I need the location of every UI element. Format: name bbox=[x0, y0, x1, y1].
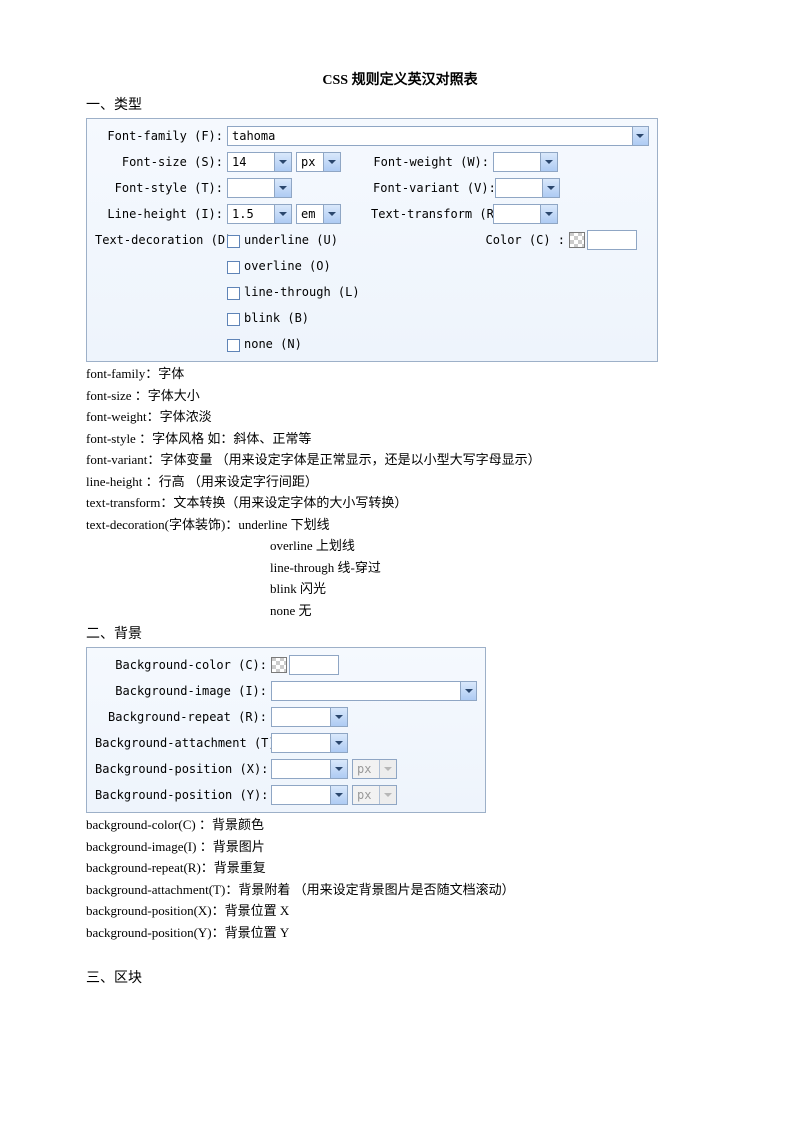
font-variant-input[interactable] bbox=[496, 179, 542, 197]
bg-attachment-dropdown-icon[interactable] bbox=[330, 734, 347, 752]
font-size-input[interactable] bbox=[228, 153, 274, 171]
note-line: background-position(X)：背景位置 X bbox=[86, 901, 714, 921]
note-line: font-size ：字体大小 bbox=[86, 386, 714, 406]
color-swatch-icon[interactable] bbox=[569, 232, 585, 248]
font-size-unit-dropdown-icon[interactable] bbox=[323, 153, 340, 171]
bg-color-swatch-icon[interactable] bbox=[271, 657, 287, 673]
font-family-label: Font-family (F): bbox=[95, 127, 227, 145]
line-height-input[interactable] bbox=[228, 205, 274, 223]
note-line: font-style ：字体风格 如：斜体、正常等 bbox=[86, 429, 714, 449]
bg-attachment-input[interactable] bbox=[272, 734, 330, 752]
bg-pos-y-input[interactable] bbox=[272, 786, 330, 804]
deco-underline-label: underline (U) bbox=[244, 233, 338, 247]
text-transform-dropdown-icon[interactable] bbox=[540, 205, 557, 223]
note-line: font-family：字体 bbox=[86, 364, 714, 384]
font-style-dropdown-icon[interactable] bbox=[274, 179, 291, 197]
font-size-label: Font-size (S): bbox=[95, 153, 227, 171]
font-size-dropdown-icon[interactable] bbox=[274, 153, 291, 171]
text-transform-label: Text-transform (R): bbox=[371, 205, 493, 223]
note-line: background-attachment(T)：背景附着 （用来设定背景图片是… bbox=[86, 880, 714, 900]
panel-type: Font-family (F): Font-size (S): Font-wei… bbox=[86, 118, 658, 362]
notes-type: font-family：字体 font-size ：字体大小 font-weig… bbox=[86, 364, 714, 620]
note-line: blink 闪光 bbox=[270, 579, 714, 599]
note-line: background-repeat(R)：背景重复 bbox=[86, 858, 714, 878]
note-line: text-transform：文本转换（用来设定字体的大小写转换） bbox=[86, 493, 714, 513]
section-type: 一、类型 bbox=[86, 95, 714, 116]
line-height-dropdown-icon[interactable] bbox=[274, 205, 291, 223]
bg-pos-y-label: Background-position (Y): bbox=[95, 786, 271, 804]
bg-pos-x-unit-dropdown-icon bbox=[379, 760, 396, 778]
deco-underline-checkbox[interactable] bbox=[227, 235, 240, 248]
notes-background: background-color(C) ：背景颜色 background-ima… bbox=[86, 815, 714, 942]
bg-color-input[interactable] bbox=[290, 656, 338, 674]
deco-none-checkbox[interactable] bbox=[227, 339, 240, 352]
bg-pos-y-unit bbox=[353, 786, 379, 804]
color-label: Color (C) : bbox=[486, 231, 569, 249]
deco-overline-checkbox[interactable] bbox=[227, 261, 240, 274]
note-line: line-through 线-穿过 bbox=[270, 558, 714, 578]
note-line: text-decoration(字体装饰)：underline 下划线 bbox=[86, 515, 714, 535]
bg-pos-y-unit-dropdown-icon bbox=[379, 786, 396, 804]
font-weight-label: Font-weight (W): bbox=[371, 153, 493, 171]
deco-linethrough-checkbox[interactable] bbox=[227, 287, 240, 300]
section-block: 三、区块 bbox=[86, 968, 714, 989]
bg-repeat-dropdown-icon[interactable] bbox=[330, 708, 347, 726]
bg-repeat-input[interactable] bbox=[272, 708, 330, 726]
deco-overline-label: overline (O) bbox=[244, 257, 331, 275]
deco-linethrough-label: line-through (L) bbox=[244, 283, 360, 301]
font-family-dropdown-icon[interactable] bbox=[632, 127, 648, 145]
note-line: overline 上划线 bbox=[270, 536, 714, 556]
font-weight-input[interactable] bbox=[494, 153, 540, 171]
bg-repeat-label: Background-repeat (R): bbox=[95, 708, 271, 726]
bg-image-label: Background-image (I): bbox=[95, 682, 271, 700]
color-input[interactable] bbox=[588, 231, 636, 249]
note-line: background-position(Y)：背景位置 Y bbox=[86, 923, 714, 943]
bg-attachment-label: Background-attachment (T): bbox=[95, 734, 271, 752]
text-transform-input[interactable] bbox=[494, 205, 540, 223]
font-weight-dropdown-icon[interactable] bbox=[540, 153, 557, 171]
deco-none-label: none (N) bbox=[244, 335, 302, 353]
note-line: background-color(C) ：背景颜色 bbox=[86, 815, 714, 835]
panel-background: Background-color (C): Background-image (… bbox=[86, 647, 486, 813]
text-decoration-label: Text-decoration (D): bbox=[95, 231, 227, 249]
note-line: font-weight：字体浓淡 bbox=[86, 407, 714, 427]
note-line: font-variant：字体变量 （用来设定字体是正常显示，还是以小型大写字母… bbox=[86, 450, 714, 470]
line-height-unit[interactable] bbox=[297, 205, 323, 223]
note-line: background-image(I) ：背景图片 bbox=[86, 837, 714, 857]
note-line: line-height ：行高 （用来设定字行间距） bbox=[86, 472, 714, 492]
bg-pos-x-input[interactable] bbox=[272, 760, 330, 778]
bg-image-input[interactable] bbox=[272, 682, 460, 700]
font-style-input[interactable] bbox=[228, 179, 274, 197]
deco-blink-checkbox[interactable] bbox=[227, 313, 240, 326]
bg-pos-x-unit bbox=[353, 760, 379, 778]
page-title: CSS 规则定义英汉对照表 bbox=[86, 70, 714, 91]
bg-pos-y-dropdown-icon[interactable] bbox=[330, 786, 347, 804]
bg-pos-x-label: Background-position (X): bbox=[95, 760, 271, 778]
section-background: 二、背景 bbox=[86, 624, 714, 645]
line-height-label: Line-height (I): bbox=[95, 205, 227, 223]
deco-blink-label: blink (B) bbox=[244, 309, 309, 327]
font-variant-dropdown-icon[interactable] bbox=[542, 179, 559, 197]
font-variant-label: Font-variant (V): bbox=[373, 179, 495, 197]
bg-color-label: Background-color (C): bbox=[95, 656, 271, 674]
note-line: none 无 bbox=[270, 601, 714, 621]
bg-image-dropdown-icon[interactable] bbox=[460, 682, 476, 700]
line-height-unit-dropdown-icon[interactable] bbox=[323, 205, 340, 223]
font-style-label: Font-style (T): bbox=[95, 179, 227, 197]
bg-pos-x-dropdown-icon[interactable] bbox=[330, 760, 347, 778]
font-family-input[interactable] bbox=[228, 127, 632, 145]
font-size-unit[interactable] bbox=[297, 153, 323, 171]
